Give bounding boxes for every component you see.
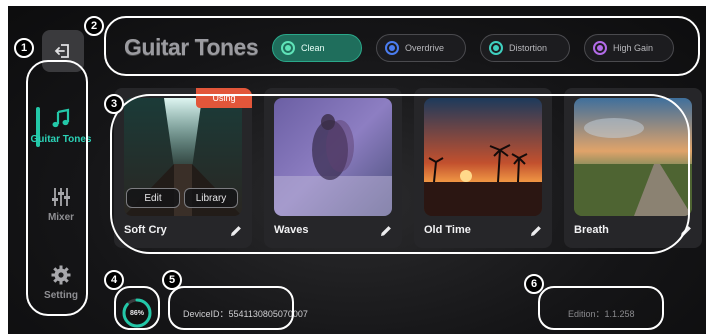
tone-button-high-gain[interactable]: High Gain [584,34,674,62]
card-name: Old Time [424,224,471,236]
annotation-number: 1 [14,38,34,58]
tone-label: Distortion [509,43,548,53]
card-name: Waves [274,224,309,236]
edition-version: Edition：1.1.258 [568,309,635,319]
page-title: Guitar Tones [124,34,259,60]
tone-card-old-time[interactable]: Old Time [414,88,552,248]
tone-card-breath[interactable]: Breath [564,88,702,248]
sidebar-item-mixer[interactable]: Mixer [14,186,108,223]
sunset-palms-image [424,98,542,216]
music-note-icon [52,108,70,128]
device-id: DeviceID：5541130805070007 [183,309,308,319]
image-border [0,0,712,6]
tone-thumbnail [574,98,692,216]
app-screen: Guitar Tones Mixer Setting Guitar Tones … [0,0,712,334]
tone-button-distortion[interactable]: Distortion [480,34,570,62]
gear-icon [51,265,71,285]
annotation-number: 3 [104,94,124,114]
tone-thumbnail [424,98,542,216]
edit-button[interactable]: Edit [126,188,180,208]
sidebar-item-label: Guitar Tones [30,134,92,145]
pencil-icon[interactable] [680,225,692,237]
pencil-icon[interactable] [380,225,392,237]
sidebar-item-guitar-tones[interactable]: Guitar Tones [14,108,108,145]
tone-indicator-icon [489,41,503,55]
motion-blur-image [274,98,392,216]
pencil-icon[interactable] [230,225,242,237]
back-arrow-icon [54,44,69,58]
tone-button-overdrive[interactable]: Overdrive [376,34,466,62]
annotation-number: 5 [162,270,182,290]
back-button[interactable] [42,30,84,72]
progress-percent: 86% [129,309,144,317]
tone-indicator-icon [593,41,607,55]
card-name: Breath [574,224,609,236]
country-road-image [574,98,692,216]
tone-label: High Gain [613,43,654,53]
tone-button-clean[interactable]: Clean [272,34,362,62]
annotation-number: 4 [104,270,124,290]
tone-indicator-icon [281,41,295,55]
image-border [0,0,8,334]
tone-label: Clean [301,43,325,53]
sidebar-item-setting[interactable]: Setting [14,264,108,301]
tone-indicator-icon [385,41,399,55]
sidebar-item-label: Mixer [47,212,75,223]
tone-thumbnail [274,98,392,216]
annotation-number: 6 [524,274,544,294]
progress-ring: 86% [120,296,154,330]
tone-label: Overdrive [405,43,445,53]
tone-card-soft-cry[interactable]: Using Edit Library Soft Cry [114,88,252,248]
annotation-number: 2 [84,16,104,36]
card-name: Soft Cry [124,224,167,236]
sliders-icon [52,188,70,206]
using-badge: Using [196,88,252,108]
pencil-icon[interactable] [530,225,542,237]
image-border [706,0,712,334]
tone-card-waves[interactable]: Waves [264,88,402,248]
library-button[interactable]: Library [184,188,238,208]
sidebar-item-label: Setting [44,290,78,301]
